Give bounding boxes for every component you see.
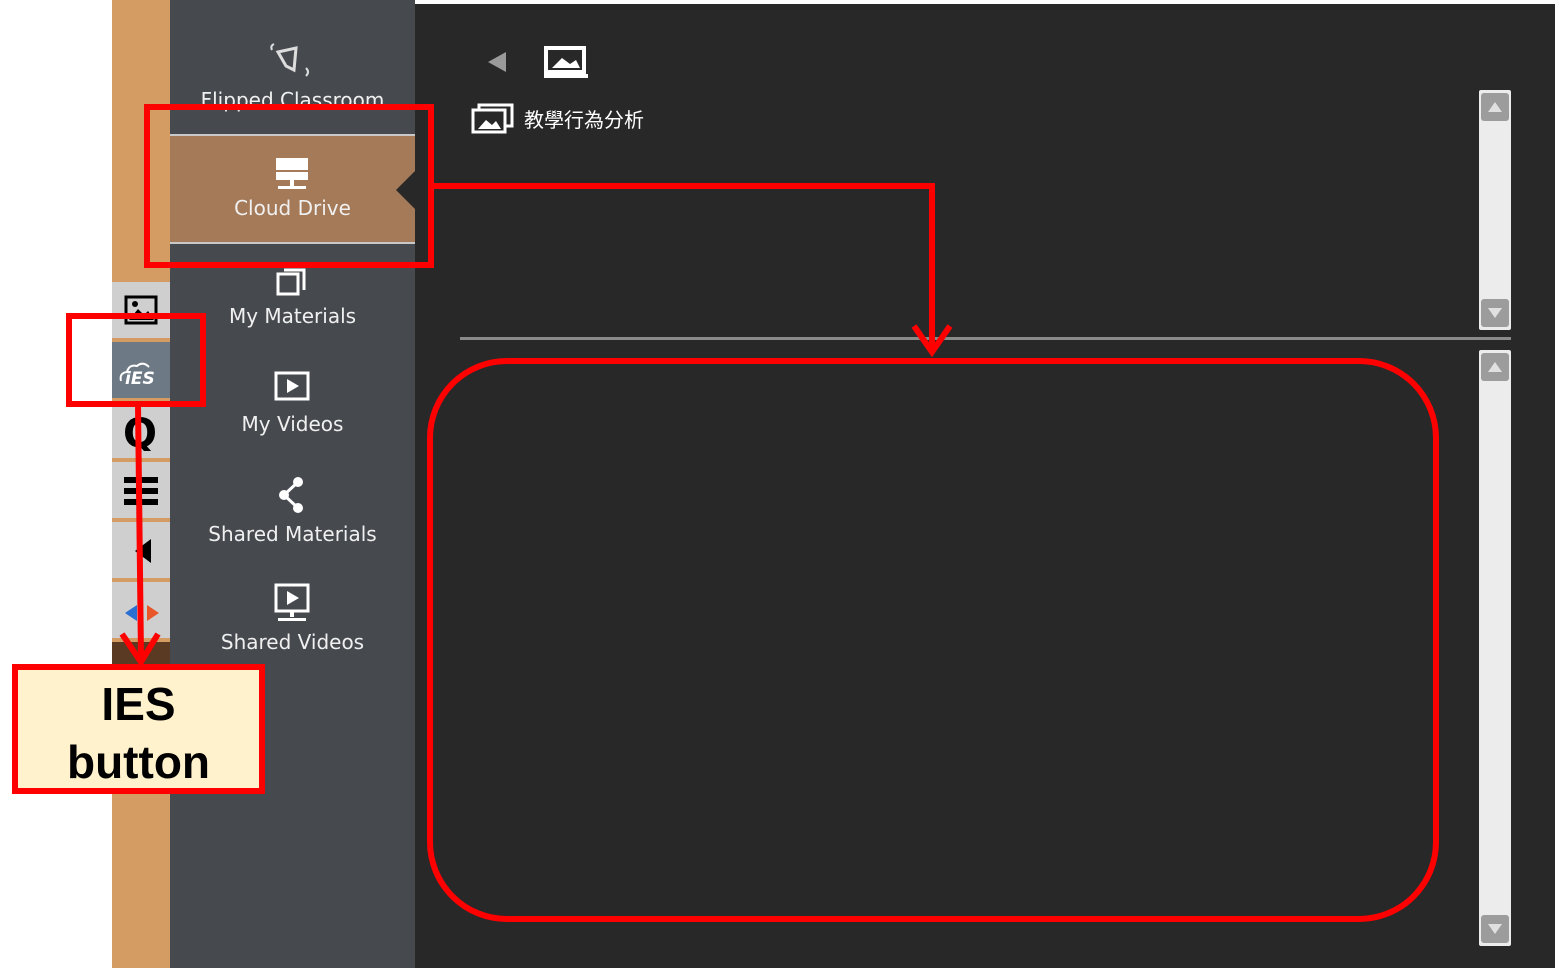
annotation-arrows bbox=[119, 183, 953, 668]
callout-line2: button bbox=[66, 736, 211, 788]
callout-line1: IES bbox=[101, 678, 176, 730]
ies-button-callout: IES button bbox=[12, 664, 265, 794]
